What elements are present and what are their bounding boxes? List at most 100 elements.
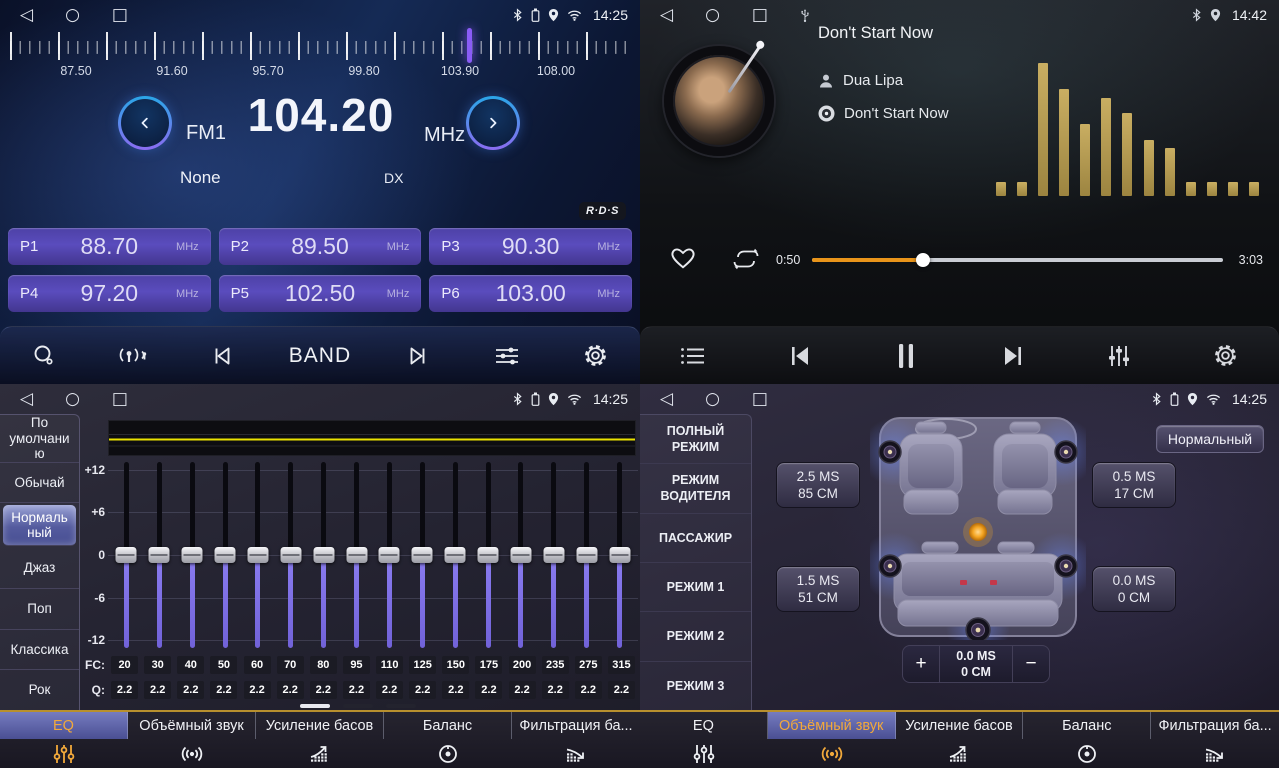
eq-band-slider[interactable]: [354, 462, 359, 648]
eq-preset-item-5[interactable]: Классика: [0, 630, 79, 671]
playlist-button[interactable]: [671, 346, 715, 366]
tab-bass-boost[interactable]: Усиление басов: [256, 712, 384, 768]
radio-preset-P5[interactable]: P5 102.50 MHz: [219, 275, 422, 312]
eq-band-slider[interactable]: [420, 462, 425, 648]
home-button[interactable]: ○: [65, 7, 80, 24]
previous-track-button[interactable]: [778, 344, 822, 368]
eq-band-slider[interactable]: [453, 462, 458, 648]
home-button[interactable]: ○: [65, 391, 80, 408]
rear-left-delay-button[interactable]: 1.5 MS 51 CM: [776, 566, 860, 612]
eq-band-slider[interactable]: [551, 462, 556, 648]
increase-delay-button[interactable]: +: [903, 646, 939, 682]
radio-preset-P2[interactable]: P2 89.50 MHz: [219, 228, 422, 265]
scroll-handle[interactable]: [300, 704, 330, 708]
eq-slider-knob[interactable]: [280, 547, 301, 563]
eq-preset-item-3[interactable]: Джаз: [0, 548, 79, 589]
back-button[interactable]: ◁: [660, 391, 673, 408]
tab-surround-sound[interactable]: Объёмный звук: [128, 712, 256, 768]
next-track-button[interactable]: [991, 344, 1035, 368]
eq-slider-knob[interactable]: [510, 547, 531, 563]
back-button[interactable]: ◁: [20, 7, 33, 24]
eq-band-slider[interactable]: [387, 462, 392, 648]
eq-slider-knob[interactable]: [346, 547, 367, 563]
eq-band-slider[interactable]: [157, 462, 162, 648]
eq-slider-knob[interactable]: [116, 547, 137, 563]
tab-filter[interactable]: Фильтрация ба...: [1151, 712, 1279, 768]
eq-slider-knob[interactable]: [247, 547, 268, 563]
eq-band-slider[interactable]: [255, 462, 260, 648]
tab-balance[interactable]: Баланс: [1023, 712, 1151, 768]
eq-band-slider[interactable]: [223, 462, 228, 648]
eq-slider-knob[interactable]: [412, 547, 433, 563]
surround-mode-item-1[interactable]: РЕЖИМ ВОДИТЕЛЯ: [640, 464, 751, 513]
seek-down-button[interactable]: [118, 96, 172, 150]
eq-band-slider[interactable]: [486, 462, 491, 648]
eq-band-scrollbar[interactable]: [82, 702, 638, 710]
settings-button[interactable]: [1204, 343, 1248, 368]
surround-mode-item-3[interactable]: РЕЖИМ 1: [640, 563, 751, 612]
eq-band-slider[interactable]: [124, 462, 129, 648]
broadcast-button[interactable]: [111, 345, 155, 367]
equalizer-button[interactable]: [485, 345, 529, 367]
eq-slider-knob[interactable]: [478, 547, 499, 563]
next-station-button[interactable]: [396, 344, 440, 368]
recents-button[interactable]: □: [752, 7, 768, 24]
scan-button[interactable]: [22, 344, 66, 368]
surround-mode-item-0[interactable]: ПОЛНЫЙ РЕЖИМ: [640, 415, 751, 464]
eq-slider-knob[interactable]: [182, 547, 203, 563]
settings-button[interactable]: [574, 343, 618, 368]
previous-station-button[interactable]: [200, 344, 244, 368]
front-left-delay-button[interactable]: 2.5 MS 85 CM: [776, 462, 860, 508]
tab-surround-sound[interactable]: Объёмный звук: [768, 712, 896, 768]
eq-preset-item-2[interactable]: Нормальный: [3, 505, 76, 546]
eq-slider-knob[interactable]: [149, 547, 170, 563]
eq-slider-knob[interactable]: [543, 547, 564, 563]
eq-preset-item-4[interactable]: Поп: [0, 589, 79, 630]
progress-thumb[interactable]: [916, 253, 930, 267]
eq-band-slider[interactable]: [518, 462, 523, 648]
radio-preset-P6[interactable]: P6 103.00 MHz: [429, 275, 632, 312]
eq-slider-knob[interactable]: [313, 547, 334, 563]
eq-slider-knob[interactable]: [215, 547, 236, 563]
eq-preset-item-1[interactable]: Обычай: [0, 463, 79, 504]
pause-button[interactable]: [884, 343, 928, 369]
tab-filter[interactable]: Фильтрация ба...: [512, 712, 640, 768]
favorite-button[interactable]: [670, 246, 696, 275]
surround-mode-item-5[interactable]: РЕЖИМ 3: [640, 662, 751, 710]
eq-preset-item-6[interactable]: Рок: [0, 670, 79, 710]
tab-bass-boost[interactable]: Усиление басов: [896, 712, 1024, 768]
sound-profile-button[interactable]: Нормальный: [1156, 425, 1264, 453]
seek-up-button[interactable]: [466, 96, 520, 150]
eq-slider-knob[interactable]: [379, 547, 400, 563]
home-button[interactable]: ○: [705, 391, 720, 408]
eq-band-slider[interactable]: [288, 462, 293, 648]
surround-mode-item-4[interactable]: РЕЖИМ 2: [640, 612, 751, 661]
recents-button[interactable]: □: [112, 7, 128, 24]
recents-button[interactable]: □: [752, 391, 768, 408]
eq-slider-knob[interactable]: [576, 547, 597, 563]
repeat-button[interactable]: [732, 248, 760, 275]
radio-preset-P3[interactable]: P3 90.30 MHz: [429, 228, 632, 265]
tab-eq[interactable]: EQ: [640, 712, 768, 768]
home-button[interactable]: ○: [705, 7, 720, 24]
surround-mode-item-2[interactable]: ПАССАЖИР: [640, 514, 751, 563]
radio-preset-P4[interactable]: P4 97.20 MHz: [8, 275, 211, 312]
back-button[interactable]: ◁: [660, 7, 673, 24]
eq-slider-knob[interactable]: [445, 547, 466, 563]
radio-preset-P1[interactable]: P1 88.70 MHz: [8, 228, 211, 265]
eq-band-slider[interactable]: [190, 462, 195, 648]
back-button[interactable]: ◁: [20, 391, 33, 408]
eq-slider-knob[interactable]: [609, 547, 630, 563]
rear-right-delay-button[interactable]: 0.0 MS 0 CM: [1092, 566, 1176, 612]
tuning-indicator[interactable]: [467, 28, 472, 63]
eq-preset-item-0[interactable]: По умолчанию: [0, 415, 79, 463]
front-right-delay-button[interactable]: 0.5 MS 17 CM: [1092, 462, 1176, 508]
tab-balance[interactable]: Баланс: [384, 712, 512, 768]
eq-band-slider[interactable]: [617, 462, 622, 648]
tuning-dial[interactable]: 87.5091.6095.7099.80103.90108.00: [0, 30, 640, 82]
recents-button[interactable]: □: [112, 391, 128, 408]
album-art[interactable]: [664, 46, 774, 156]
mixer-button[interactable]: [1097, 344, 1141, 368]
eq-band-slider[interactable]: [584, 462, 589, 648]
eq-band-slider[interactable]: [321, 462, 326, 648]
